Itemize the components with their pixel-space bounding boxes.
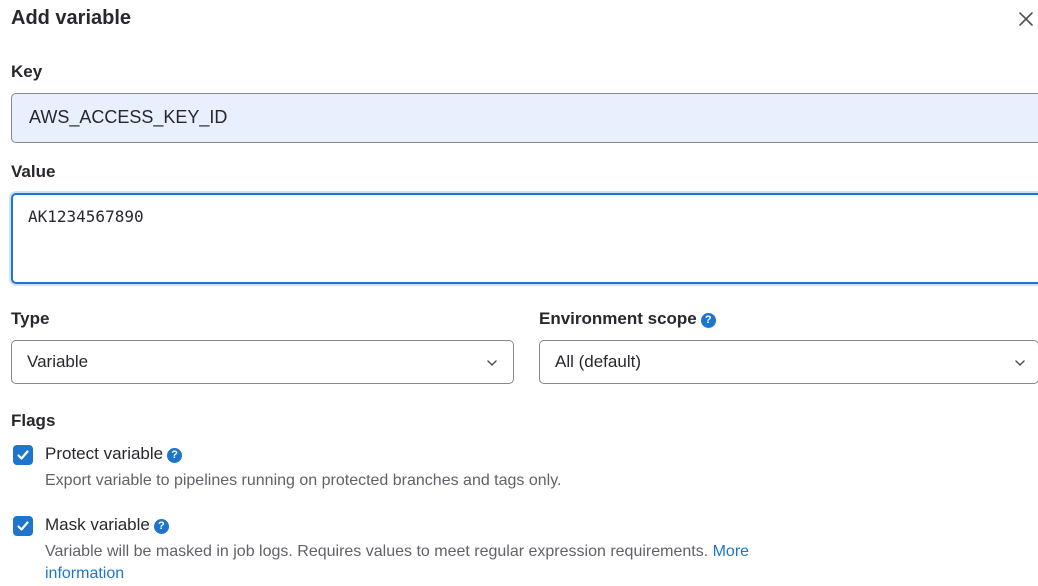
protect-variable-label-text: Protect variable — [45, 444, 164, 463]
value-label: Value — [11, 162, 56, 181]
help-icon[interactable]: ? — [700, 313, 716, 328]
type-select[interactable]: Variable — [11, 340, 514, 384]
key-input-value: AWS_ACCESS_KEY_ID — [29, 107, 228, 127]
environment-scope-select[interactable]: All (default) — [539, 340, 1038, 384]
mask-variable-help: Variable will be masked in job logs. Req… — [45, 543, 749, 561]
close-button[interactable] — [1015, 6, 1037, 32]
environment-scope-select-value: All (default) — [555, 352, 641, 371]
checkmark-icon — [17, 521, 29, 531]
environment-scope-label: Environment scope? — [539, 309, 716, 329]
environment-scope-label-text: Environment scope — [539, 309, 697, 328]
checkmark-icon — [17, 450, 29, 460]
value-textarea[interactable]: AK1234567890 — [11, 193, 1038, 284]
mask-variable-checkbox[interactable] — [13, 516, 33, 536]
protect-variable-label: Protect variable? — [45, 444, 183, 464]
protect-variable-help: Export variable to pipelines running on … — [45, 472, 562, 489]
key-label: Key — [11, 62, 43, 81]
mask-variable-label-text: Mask variable — [45, 515, 150, 534]
help-icon[interactable]: ? — [167, 448, 183, 463]
mask-variable-label: Mask variable? — [45, 515, 169, 535]
chevron-down-icon — [1015, 360, 1025, 366]
chevron-down-icon — [487, 360, 497, 366]
close-icon — [1019, 12, 1033, 26]
help-icon[interactable]: ? — [153, 519, 169, 534]
key-input[interactable]: AWS_ACCESS_KEY_ID — [11, 93, 1038, 143]
protect-variable-checkbox[interactable] — [13, 445, 33, 465]
more-information-link[interactable]: More — [713, 543, 749, 560]
flags-label: Flags — [11, 411, 56, 430]
mask-variable-help-text: Variable will be masked in job logs. Req… — [45, 543, 709, 560]
dialog-title: Add variable — [11, 7, 132, 29]
more-information-link-continued[interactable]: information — [45, 565, 124, 583]
value-textarea-text: AK1234567890 — [28, 207, 144, 226]
type-label: Type — [11, 309, 50, 328]
type-select-value: Variable — [27, 352, 89, 371]
